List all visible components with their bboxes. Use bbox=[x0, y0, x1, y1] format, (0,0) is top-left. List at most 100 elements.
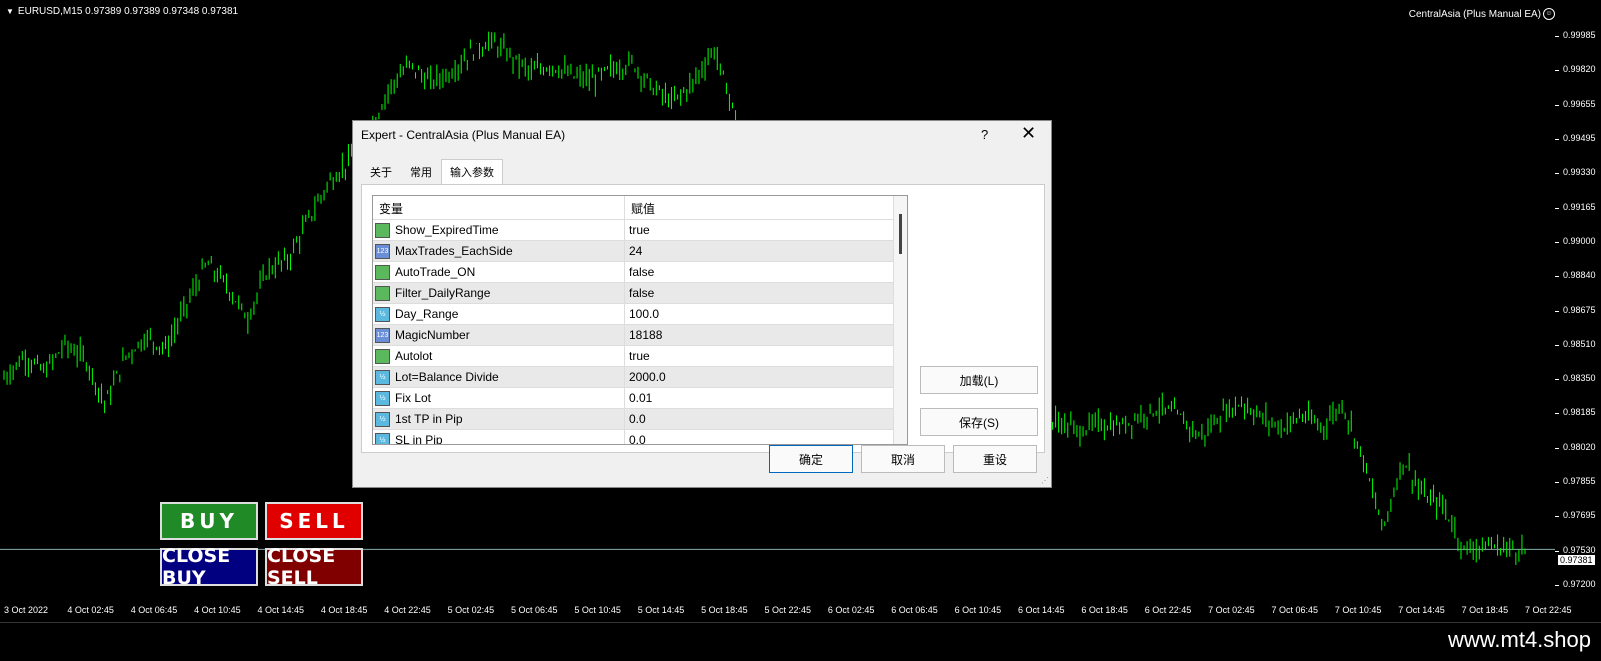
cancel-button[interactable]: 取消 bbox=[861, 445, 945, 473]
time-tick-label: 7 Oct 06:45 bbox=[1271, 605, 1319, 615]
price-tick-label: 0.97530 bbox=[1563, 544, 1596, 555]
time-tick-label: 6 Oct 02:45 bbox=[827, 605, 875, 615]
reset-button[interactable]: 重设 bbox=[953, 445, 1037, 473]
price-tick bbox=[1555, 585, 1559, 586]
price-tick-label: 0.99820 bbox=[1563, 64, 1596, 75]
time-tick-label: 5 Oct 02:45 bbox=[447, 605, 495, 615]
price-tick-label: 0.97695 bbox=[1563, 510, 1596, 521]
parameter-name-cell[interactable]: 123 MagicNumber bbox=[373, 325, 625, 345]
price-tick-label: 0.97855 bbox=[1563, 476, 1596, 487]
parameter-value-cell[interactable]: 0.01 bbox=[625, 391, 887, 405]
parameter-value-cell[interactable]: 0.0 bbox=[625, 433, 887, 444]
parameter-name-cell[interactable]: 123 MaxTrades_EachSide bbox=[373, 241, 625, 261]
symbol-menu-icon[interactable]: ▼ bbox=[6, 7, 14, 16]
parameter-name-cell[interactable]: AutoTrade_ON bbox=[373, 262, 625, 282]
parameter-name-cell[interactable]: Autolot bbox=[373, 346, 625, 366]
table-row[interactable]: AutoTrade_ON false bbox=[373, 262, 907, 283]
parameter-value-cell[interactable]: false bbox=[625, 265, 887, 279]
price-tick bbox=[1555, 70, 1559, 72]
price-tick bbox=[1555, 482, 1559, 484]
parameter-name-cell[interactable]: ½ 1st TP in Pip bbox=[373, 409, 625, 429]
parameter-name-cell[interactable]: ½ Day_Range bbox=[373, 304, 625, 324]
parameter-value-cell[interactable]: 2000.0 bbox=[625, 370, 887, 384]
table-row[interactable]: Show_ExpiredTime true bbox=[373, 220, 907, 241]
price-tick bbox=[1555, 207, 1559, 209]
parameter-name: MagicNumber bbox=[395, 328, 470, 342]
price-tick bbox=[1555, 138, 1559, 140]
time-tick-label: 7 Oct 10:45 bbox=[1334, 605, 1382, 615]
resize-grip-icon[interactable]: ⋰ bbox=[1041, 476, 1049, 485]
table-row[interactable]: 123 MagicNumber 18188 bbox=[373, 325, 907, 346]
column-header-variable[interactable]: 变量 bbox=[373, 196, 625, 219]
table-row[interactable]: 123 MaxTrades_EachSide 24 bbox=[373, 241, 907, 262]
table-row[interactable]: ½ Fix Lot 0.01 bbox=[373, 388, 907, 409]
price-tick-label: 0.98185 bbox=[1563, 407, 1596, 418]
parameter-value-cell[interactable]: false bbox=[625, 286, 887, 300]
price-tick bbox=[1555, 241, 1559, 243]
bool-icon bbox=[375, 264, 390, 280]
price-tick bbox=[1555, 36, 1559, 37]
table-row[interactable]: Autolot true bbox=[373, 346, 907, 367]
time-tick-label: 6 Oct 18:45 bbox=[1081, 605, 1128, 615]
expert-properties-dialog: Expert - CentralAsia (Plus Manual EA) ? … bbox=[352, 120, 1052, 488]
table-row[interactable]: ½ Lot=Balance Divide 2000.0 bbox=[373, 367, 907, 388]
time-tick-label: 4 Oct 10:45 bbox=[194, 605, 241, 615]
price-tick-label: 0.99985 bbox=[1563, 30, 1596, 40]
price-tick bbox=[1555, 516, 1559, 518]
scrollbar-thumb[interactable] bbox=[899, 214, 902, 254]
ea-indicator: CentralAsia (Plus Manual EA) ☺ bbox=[1409, 8, 1555, 20]
parameter-value-cell[interactable]: 18188 bbox=[625, 328, 887, 342]
price-tick-label: 0.97200 bbox=[1563, 579, 1596, 589]
parameter-name-cell[interactable]: ½ SL in Pip bbox=[373, 430, 625, 445]
table-row[interactable]: ½ 1st TP in Pip 0.0 bbox=[373, 409, 907, 430]
tab-about[interactable]: 关于 bbox=[361, 159, 401, 186]
time-tick-label: 4 Oct 02:45 bbox=[67, 605, 114, 615]
table-row[interactable]: Filter_DailyRange false bbox=[373, 283, 907, 304]
parameter-name: Autolot bbox=[395, 349, 433, 363]
price-tick bbox=[1555, 550, 1559, 552]
close-sell-button[interactable]: CLOSE SELL bbox=[265, 545, 363, 589]
time-tick-label: 6 Oct 14:45 bbox=[1018, 605, 1065, 615]
parameter-value-cell[interactable]: 0.0 bbox=[625, 412, 887, 426]
tab-inputs[interactable]: 输入参数 bbox=[441, 159, 503, 186]
price-tick bbox=[1555, 344, 1559, 346]
parameter-name: MaxTrades_EachSide bbox=[395, 244, 513, 258]
table-row[interactable]: ½ Day_Range 100.0 bbox=[373, 304, 907, 325]
time-tick-label: 4 Oct 18:45 bbox=[320, 605, 368, 615]
close-buy-button[interactable]: CLOSE BUY bbox=[160, 545, 258, 589]
parameter-value-cell[interactable]: true bbox=[625, 223, 887, 237]
help-icon[interactable]: ? bbox=[981, 127, 988, 142]
price-tick bbox=[1555, 413, 1559, 415]
time-tick-label: 4 Oct 14:45 bbox=[257, 605, 305, 615]
price-tick-label: 0.99495 bbox=[1563, 132, 1596, 143]
load-button[interactable]: 加载(L) bbox=[920, 366, 1038, 394]
time-tick-label: 6 Oct 10:45 bbox=[954, 605, 1002, 615]
parameter-value-cell[interactable]: 100.0 bbox=[625, 307, 887, 321]
parameter-name-cell[interactable]: Show_ExpiredTime bbox=[373, 220, 625, 240]
tab-common[interactable]: 常用 bbox=[401, 159, 441, 186]
close-icon[interactable]: ✕ bbox=[1021, 123, 1036, 144]
ok-button[interactable]: 确定 bbox=[769, 445, 853, 473]
save-button[interactable]: 保存(S) bbox=[920, 408, 1038, 436]
column-header-value[interactable]: 赋值 bbox=[625, 196, 883, 219]
parameter-name: SL in Pip bbox=[395, 433, 443, 445]
buy-button[interactable]: BUY bbox=[160, 502, 258, 540]
parameter-value-cell[interactable]: 24 bbox=[625, 244, 887, 258]
input-parameters-table: 变量 赋值 Show_ExpiredTime true 123 MaxTrades_E… bbox=[372, 195, 908, 445]
time-tick-label: 4 Oct 06:45 bbox=[130, 605, 178, 615]
sell-button[interactable]: SELL bbox=[265, 502, 363, 540]
bool-icon bbox=[375, 348, 390, 364]
table-row[interactable]: ½ SL in Pip 0.0 bbox=[373, 430, 907, 445]
table-scrollbar[interactable] bbox=[893, 196, 907, 444]
parameter-name: Day_Range bbox=[395, 307, 459, 321]
parameter-name-cell[interactable]: ½ Lot=Balance Divide bbox=[373, 367, 625, 387]
parameter-name: Show_ExpiredTime bbox=[395, 223, 499, 237]
parameter-name-cell[interactable]: ½ Fix Lot bbox=[373, 388, 625, 408]
parameter-value-cell[interactable]: true bbox=[625, 349, 887, 363]
int-icon: 123 bbox=[375, 243, 390, 259]
price-tick bbox=[1555, 310, 1559, 312]
parameter-name-cell[interactable]: Filter_DailyRange bbox=[373, 283, 625, 303]
int-icon: 123 bbox=[375, 327, 390, 343]
price-tick bbox=[1555, 276, 1559, 278]
price-tick-label: 0.98020 bbox=[1563, 441, 1596, 452]
